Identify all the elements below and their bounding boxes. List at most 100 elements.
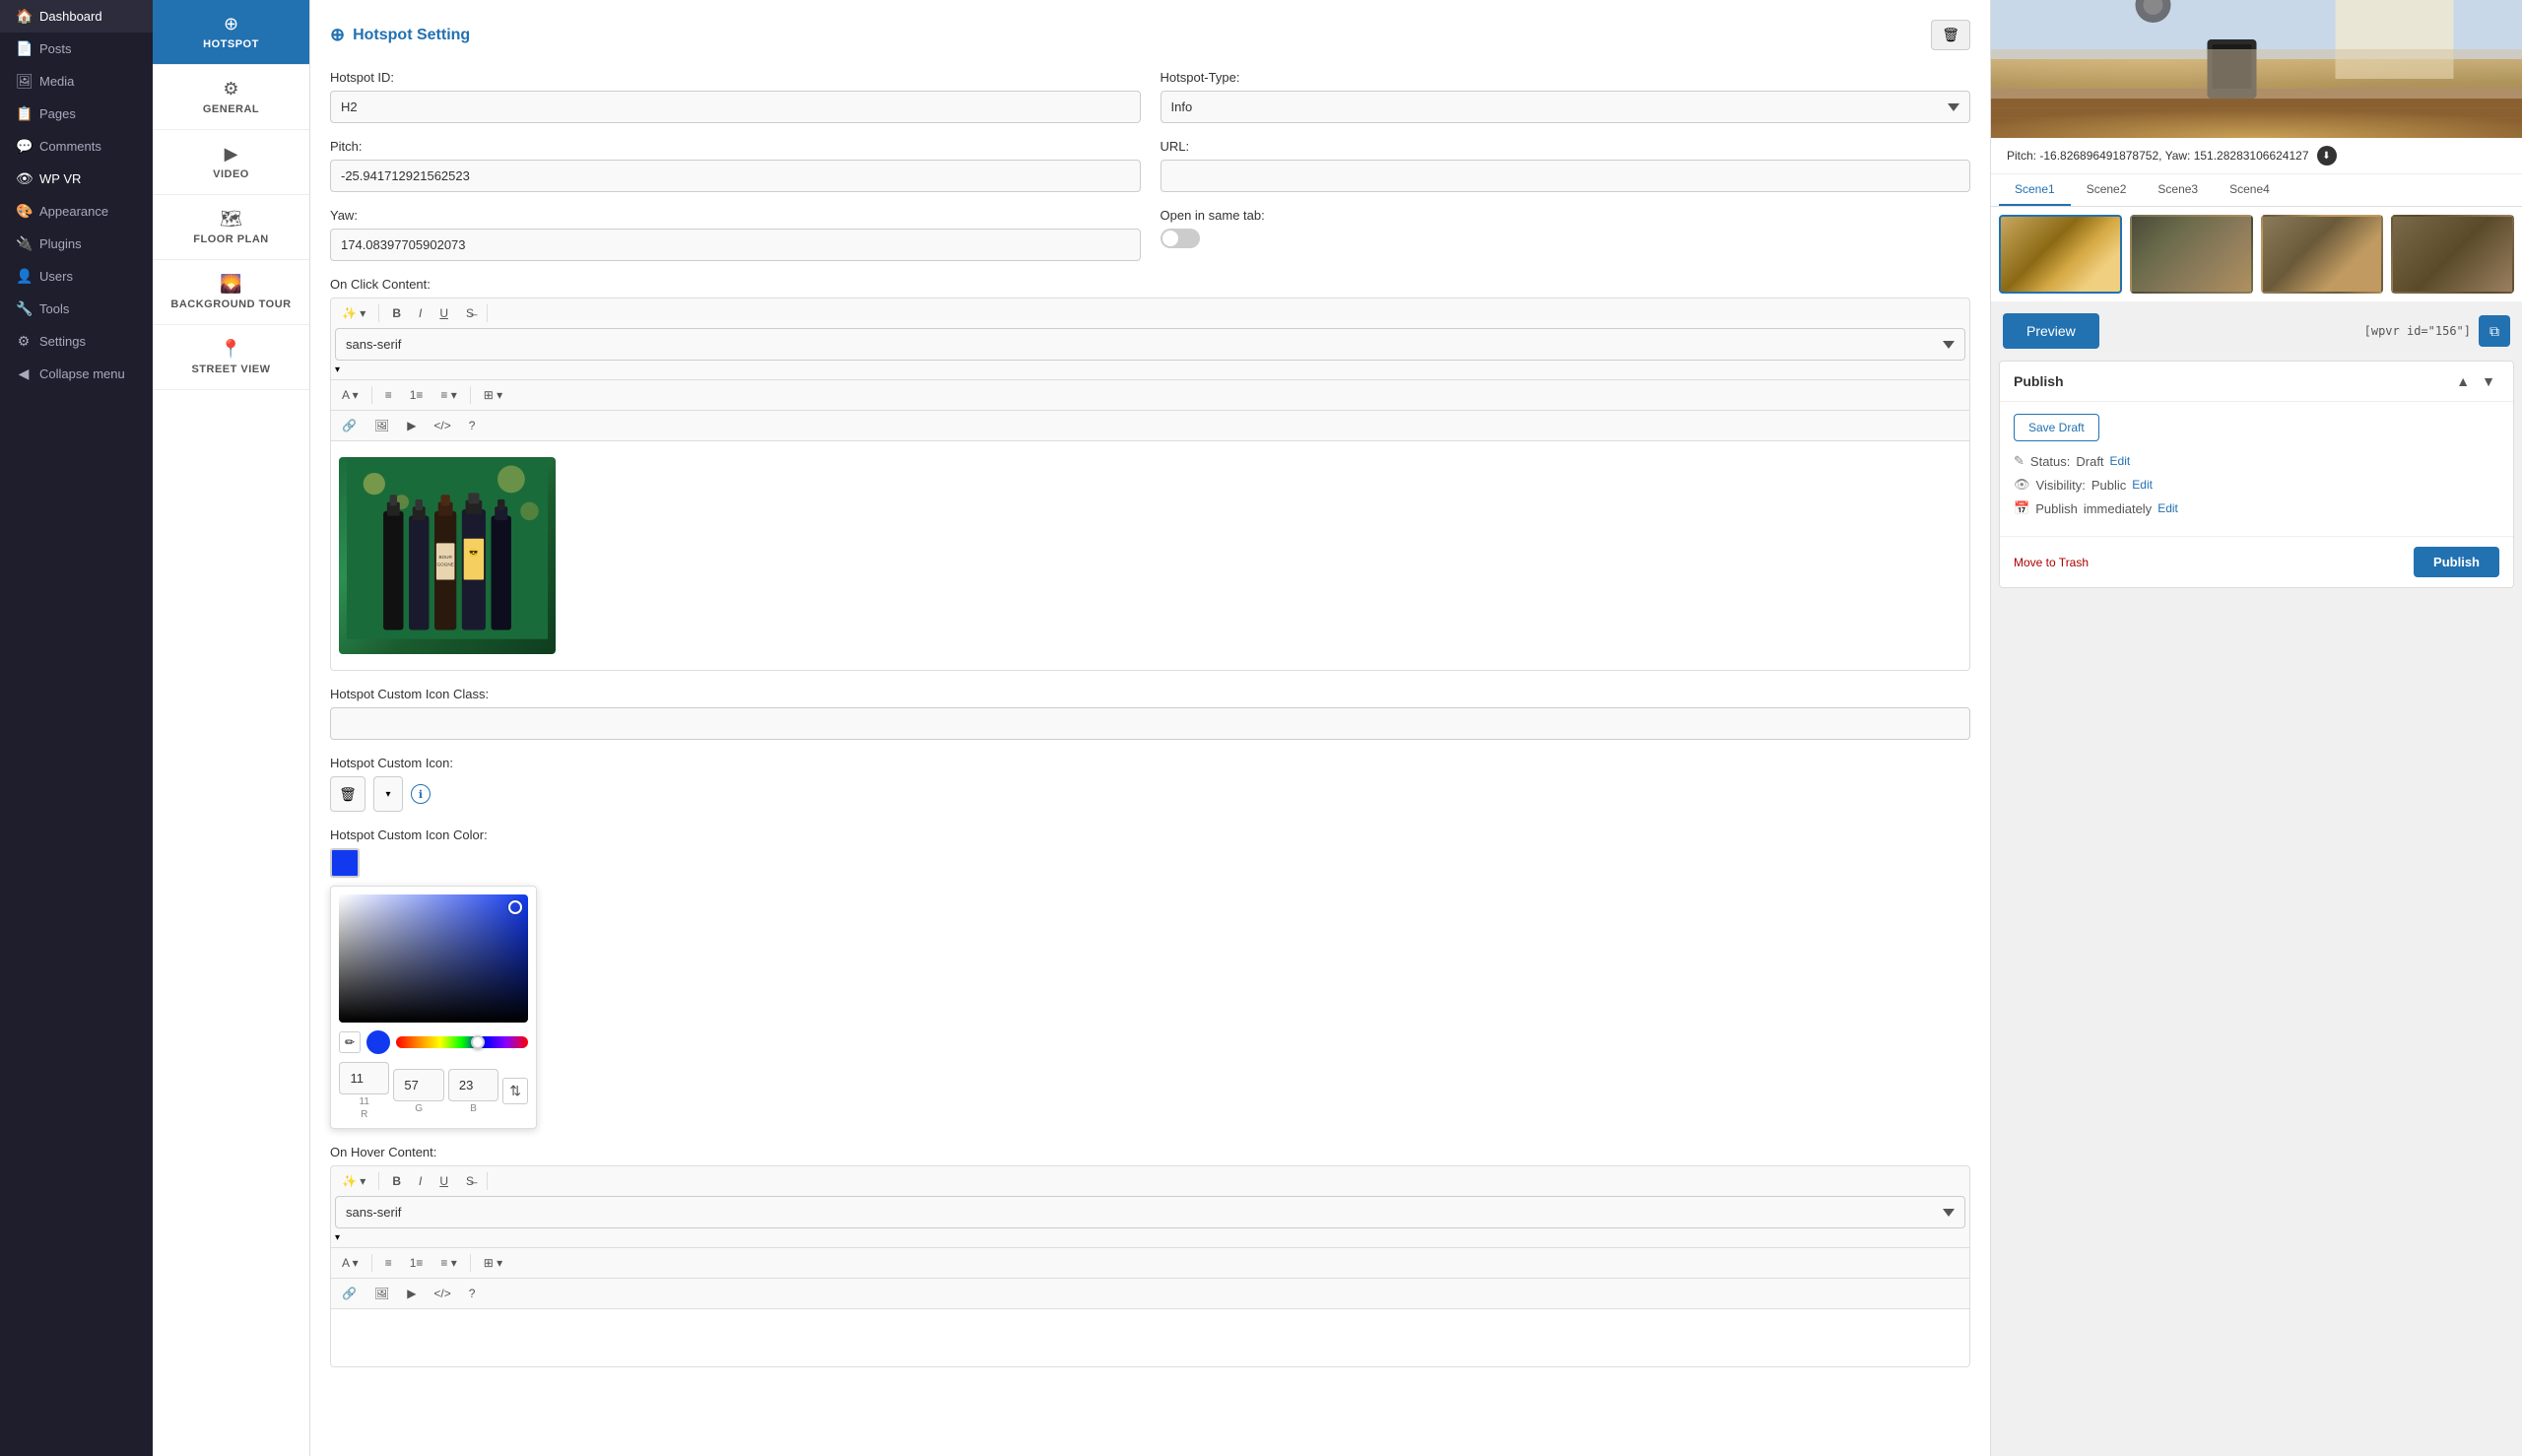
visibility-edit-link[interactable]: Edit: [2132, 478, 2153, 492]
toolbar-font-color[interactable]: A ▾: [335, 384, 365, 406]
toolbar-list-ordered[interactable]: 1≡: [403, 384, 431, 406]
scene-thumb-2[interactable]: [2130, 215, 2253, 294]
scene-thumb-1[interactable]: [1999, 215, 2122, 294]
panel-item-background-tour[interactable]: 🌄 BACKGROUND TOUR: [153, 260, 309, 325]
panel-item-floor-plan[interactable]: 🗺 FLOOR PLAN: [153, 195, 309, 260]
sidebar-item-tools[interactable]: 🔧 Tools: [0, 293, 153, 325]
yaw-input[interactable]: [330, 229, 1141, 261]
hover-toolbar-list[interactable]: ≡: [378, 1252, 399, 1274]
icon-class-input[interactable]: [330, 707, 1970, 740]
rgb-type-button[interactable]: ⇅: [502, 1078, 528, 1104]
icon-dropdown-button[interactable]: ▾: [373, 776, 403, 812]
hover-toolbar-table[interactable]: ⊞ ▾: [477, 1252, 509, 1274]
hover-toolbar-help[interactable]: ?: [462, 1283, 483, 1304]
scene-thumb-3[interactable]: [2261, 215, 2384, 294]
hover-toolbar-color[interactable]: A ▾: [335, 1252, 365, 1274]
hover-toolbar-link[interactable]: 🔗: [335, 1283, 364, 1304]
delete-button[interactable]: 🗑: [1931, 20, 1970, 50]
hover-toolbar-strike[interactable]: S̶: [459, 1170, 481, 1192]
hover-toolbar-underline[interactable]: U: [432, 1170, 455, 1192]
on-click-editor-content[interactable]: BOUR GOGNE 😎: [330, 440, 1970, 671]
sidebar-item-posts[interactable]: 📄 Posts: [0, 33, 153, 65]
hover-sep4: [470, 1254, 471, 1272]
status-edit-link[interactable]: Edit: [2110, 454, 2131, 468]
pitch-input[interactable]: [330, 160, 1141, 192]
scene-tab-1[interactable]: Scene1: [1999, 174, 2071, 206]
sidebar-item-dashboard[interactable]: 🏠 Dashboard: [0, 0, 153, 33]
hover-toolbar-code[interactable]: </>: [427, 1283, 457, 1304]
hover-toolbar-media[interactable]: ▶: [400, 1283, 423, 1304]
panel-item-label: VIDEO: [213, 168, 249, 180]
url-input[interactable]: [1161, 160, 1971, 192]
hover-toolbar-font[interactable]: sans-serif: [335, 1196, 1965, 1228]
open-same-tab-toggle[interactable]: [1161, 229, 1200, 248]
download-icon[interactable]: ⬇: [2317, 146, 2337, 165]
hotspot-id-type-row: Hotspot ID: Hotspot-Type: Info URL Video…: [330, 70, 1970, 123]
sidebar-item-appearance[interactable]: 🎨 Appearance: [0, 195, 153, 228]
rgb-r-input[interactable]: [339, 1062, 389, 1094]
sidebar-item-pages[interactable]: 📋 Pages: [0, 98, 153, 130]
icon-class-group: Hotspot Custom Icon Class:: [330, 687, 1970, 740]
rgb-r-label: 11: [360, 1096, 369, 1107]
sidebar-item-collapse[interactable]: ◀ Collapse menu: [0, 358, 153, 390]
toolbar-strikethrough[interactable]: S̶: [459, 302, 481, 324]
preview-button[interactable]: Preview: [2003, 313, 2099, 349]
rgb-g-input[interactable]: [393, 1069, 443, 1101]
panel-item-video[interactable]: ▶ VIDEO: [153, 130, 309, 195]
sidebar-item-media[interactable]: 🖼 Media: [0, 65, 153, 98]
hover-toolbar-align[interactable]: ≡ ▾: [433, 1252, 463, 1274]
hotspot-type-select[interactable]: Info URL Video Scene: [1161, 91, 1971, 123]
rgb-b-input[interactable]: [448, 1069, 498, 1101]
hover-sep2: [487, 1172, 488, 1190]
sidebar-item-settings[interactable]: ⚙ Settings: [0, 325, 153, 358]
toolbar-image[interactable]: 🖼: [367, 415, 396, 436]
hover-toolbar-italic[interactable]: I: [412, 1170, 429, 1192]
panel-item-street-view[interactable]: 📍 STREET VIEW: [153, 325, 309, 390]
scene-thumb-4[interactable]: [2391, 215, 2514, 294]
sidebar-item-users[interactable]: 👤 Users: [0, 260, 153, 293]
hover-toolbar-ordered-list[interactable]: 1≡: [403, 1252, 431, 1274]
publish-button[interactable]: Publish: [2414, 547, 2499, 577]
publish-collapse-up[interactable]: ▲: [2452, 371, 2474, 391]
save-draft-button[interactable]: Save Draft: [2014, 414, 2099, 441]
hover-editor-content[interactable]: [330, 1308, 1970, 1367]
icon-info-button[interactable]: ℹ: [411, 784, 431, 804]
panel-item-hotspot[interactable]: ⊕ HOTSPOT: [153, 0, 309, 65]
hotspot-id-input[interactable]: [330, 91, 1141, 123]
toolbar-code[interactable]: </>: [427, 415, 457, 436]
rainbow-slider[interactable]: [396, 1036, 528, 1048]
copy-shortcode-button[interactable]: ⧉: [2479, 315, 2510, 347]
toolbar-font-select[interactable]: sans-serif: [335, 328, 1965, 361]
sidebar-item-comments[interactable]: 💬 Comments: [0, 130, 153, 163]
hover-toolbar-magic-wand[interactable]: ✨ ▾: [335, 1170, 372, 1192]
hover-toolbar-image[interactable]: 🖼: [367, 1283, 396, 1304]
toolbar-italic[interactable]: I: [412, 302, 429, 324]
toolbar-table[interactable]: ⊞ ▾: [477, 384, 509, 406]
scene-tab-2[interactable]: Scene2: [2071, 174, 2143, 206]
icon-select-button[interactable]: 🗑: [330, 776, 365, 812]
toolbar-list-unordered[interactable]: ≡: [378, 384, 399, 406]
toolbar-bold[interactable]: B: [385, 302, 408, 324]
sidebar-item-plugins[interactable]: 🔌 Plugins: [0, 228, 153, 260]
eyedropper-button[interactable]: ✏: [339, 1031, 361, 1053]
color-gradient[interactable]: [339, 894, 528, 1023]
toolbar-link[interactable]: 🔗: [335, 415, 364, 436]
move-to-trash-link[interactable]: Move to Trash: [2014, 556, 2089, 569]
panel-item-general[interactable]: ⚙ GENERAL: [153, 65, 309, 130]
sidebar-item-label: WP VR: [39, 171, 81, 186]
publish-collapse-down[interactable]: ▼: [2478, 371, 2499, 391]
toolbar-align[interactable]: ≡ ▾: [433, 384, 463, 406]
toolbar-magic-wand[interactable]: ✨ ▾: [335, 302, 372, 324]
hover-toolbar-row3: 🔗 🖼 ▶ </> ?: [330, 1278, 1970, 1308]
sidebar-item-wpvr[interactable]: 👁 WP VR: [0, 163, 153, 195]
scene-tab-3[interactable]: Scene3: [2142, 174, 2214, 206]
toolbar-media[interactable]: ▶: [400, 415, 423, 436]
publish-edit-link[interactable]: Edit: [2157, 501, 2178, 515]
yaw-tab-row: Yaw: Open in same tab:: [330, 208, 1970, 261]
custom-icon-label: Hotspot Custom Icon:: [330, 756, 1970, 770]
toolbar-underline[interactable]: U: [432, 302, 455, 324]
color-swatch[interactable]: [330, 848, 360, 878]
hover-toolbar-bold[interactable]: B: [385, 1170, 408, 1192]
scene-tab-4[interactable]: Scene4: [2214, 174, 2286, 206]
toolbar-help[interactable]: ?: [462, 415, 483, 436]
